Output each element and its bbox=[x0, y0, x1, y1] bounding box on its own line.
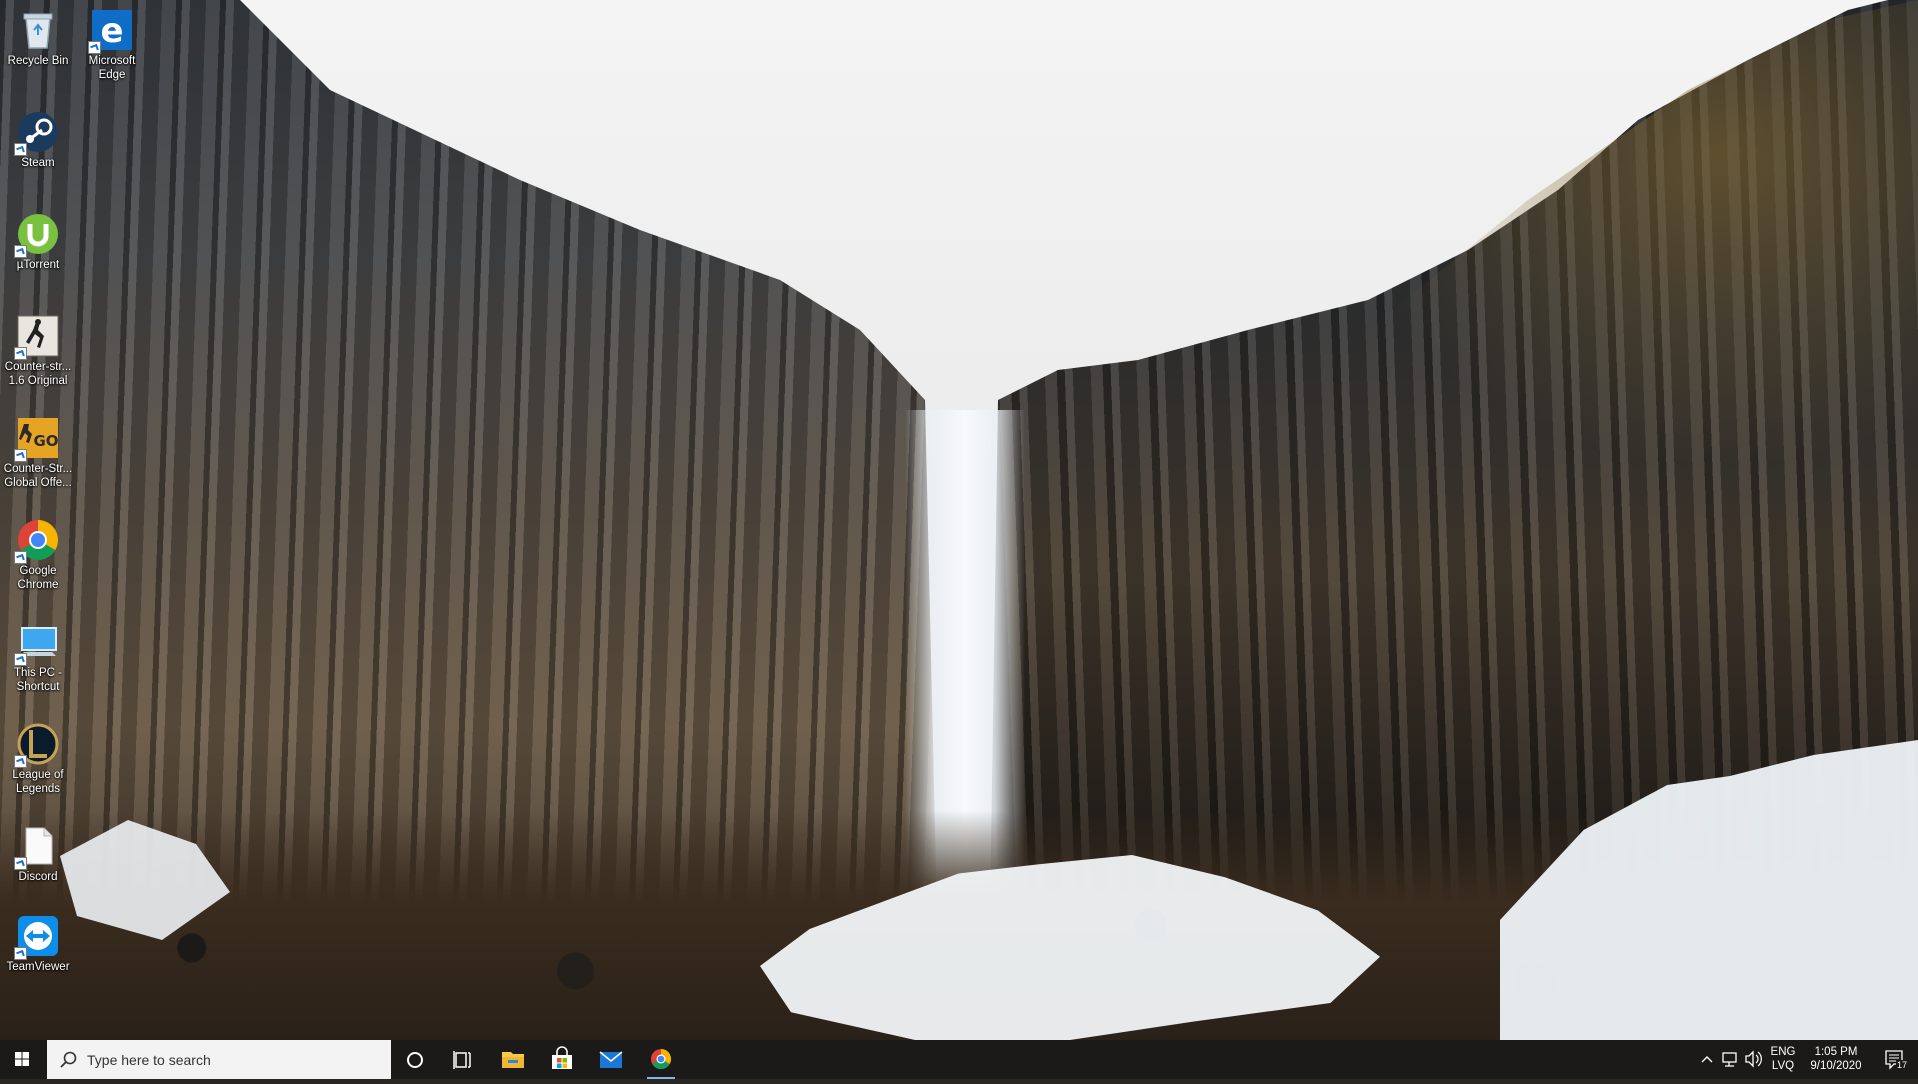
windows-logo-icon bbox=[15, 1052, 29, 1066]
clock-date: 9/10/2020 bbox=[1810, 1060, 1862, 1072]
chrome-icon bbox=[14, 518, 60, 564]
search-icon bbox=[60, 1051, 77, 1068]
notification-icon bbox=[1885, 1050, 1903, 1070]
shortcut-arrow-icon bbox=[14, 347, 27, 360]
shortcut-arrow-icon bbox=[14, 947, 27, 960]
this-pc-icon bbox=[14, 620, 60, 666]
file-icon bbox=[14, 824, 60, 870]
desktop-icon-label: Counter-str... 1.6 Original bbox=[4, 361, 72, 387]
action-center-button[interactable]: 17 bbox=[1876, 1040, 1914, 1079]
desktop-icon-this-pc[interactable]: This PC - Shortcut bbox=[0, 616, 76, 694]
clock-time: 1:05 PM bbox=[1814, 1046, 1858, 1058]
search-placeholder: Type here to search bbox=[87, 1052, 211, 1068]
shortcut-arrow-icon bbox=[14, 551, 27, 564]
league-of-legends-icon bbox=[14, 722, 60, 768]
language-code: ENG bbox=[1770, 1046, 1796, 1058]
task-view-icon bbox=[453, 1051, 471, 1069]
show-hidden-icons-button[interactable] bbox=[1696, 1040, 1718, 1079]
desktop-icon-label: Recycle Bin bbox=[7, 55, 69, 67]
desktop-icon-google-chrome[interactable]: Google Chrome bbox=[0, 514, 76, 592]
desktop-icon-teamviewer[interactable]: TeamViewer bbox=[0, 910, 76, 974]
shortcut-arrow-icon bbox=[88, 41, 101, 54]
input-language-button[interactable]: ENG LVQ bbox=[1768, 1040, 1798, 1084]
edge-icon: e bbox=[88, 8, 134, 54]
start-button[interactable] bbox=[0, 1040, 44, 1079]
notification-count-badge: 17 bbox=[1896, 1060, 1909, 1070]
mail-icon bbox=[599, 1051, 623, 1068]
volume-icon bbox=[1745, 1050, 1762, 1068]
desktop-icon-label: Counter-Str... Global Offe... bbox=[3, 463, 73, 489]
desktop-icon-utorrent[interactable]: µTorrent bbox=[0, 208, 76, 272]
desktop-icon-counter-strike[interactable]: Counter-str... 1.6 Original bbox=[0, 310, 76, 388]
shortcut-arrow-icon bbox=[14, 857, 27, 870]
shortcut-arrow-icon bbox=[14, 449, 27, 462]
keyboard-layout-code: LVQ bbox=[1771, 1060, 1795, 1072]
taskbar: Type here to search ENG LVQ 1:05 PM 9/10… bbox=[0, 1040, 1918, 1079]
file-explorer-button[interactable] bbox=[489, 1040, 537, 1079]
clock-button[interactable]: 1:05 PM 9/10/2020 bbox=[1800, 1040, 1872, 1084]
shortcut-arrow-icon bbox=[14, 245, 27, 258]
desktop-icon-steam[interactable]: Steam bbox=[0, 106, 76, 170]
desktop-wallpaper bbox=[0, 0, 1918, 1040]
wallpaper-moss bbox=[1268, 0, 1918, 520]
shortcut-arrow-icon bbox=[14, 653, 27, 666]
desktop-icon-label: Google Chrome bbox=[17, 565, 59, 591]
microsoft-store-icon bbox=[552, 1046, 572, 1069]
desktop-icon-microsoft-edge[interactable]: e Microsoft Edge bbox=[74, 4, 150, 82]
desktop-icon-label: Steam bbox=[21, 157, 55, 169]
desktop-icon-label: This PC - Shortcut bbox=[14, 667, 62, 693]
counter-strike-icon bbox=[14, 314, 60, 360]
chevron-up-icon bbox=[1701, 1056, 1713, 1063]
volume-button[interactable] bbox=[1742, 1040, 1764, 1079]
network-icon bbox=[1722, 1052, 1737, 1067]
desktop-icon-discord[interactable]: Discord bbox=[0, 820, 76, 884]
desktop-icon-league-of-legends[interactable]: League of Legends bbox=[0, 718, 76, 796]
desktop-icon-label: Microsoft Edge bbox=[88, 55, 136, 81]
teamviewer-icon bbox=[14, 914, 60, 960]
recycle-bin-icon bbox=[16, 8, 60, 52]
shortcut-arrow-icon bbox=[14, 755, 27, 768]
desktop-icon-label: League of Legends bbox=[12, 769, 64, 795]
desktop-icon-label: µTorrent bbox=[16, 259, 60, 271]
desktop-icon-recycle-bin[interactable]: Recycle Bin bbox=[0, 4, 76, 68]
svg-text:e: e bbox=[100, 11, 123, 51]
csgo-icon: GO bbox=[14, 416, 60, 462]
taskbar-search-box[interactable]: Type here to search bbox=[47, 1040, 391, 1079]
task-view-button[interactable] bbox=[439, 1040, 487, 1079]
mail-button[interactable] bbox=[587, 1040, 635, 1079]
chrome-icon bbox=[651, 1048, 672, 1070]
cortana-button[interactable] bbox=[391, 1040, 439, 1079]
desktop-icon-csgo[interactable]: GO Counter-Str... Global Offe... bbox=[0, 412, 76, 490]
desktop-icon-label: Discord bbox=[18, 871, 58, 883]
microsoft-store-button[interactable] bbox=[538, 1040, 586, 1079]
network-button[interactable] bbox=[1718, 1040, 1742, 1079]
steam-icon bbox=[14, 110, 60, 156]
utorrent-icon bbox=[14, 212, 60, 258]
shortcut-arrow-icon bbox=[14, 143, 27, 156]
chrome-taskbar-button[interactable] bbox=[637, 1040, 685, 1079]
desktop-icon-label: TeamViewer bbox=[6, 961, 70, 973]
cortana-icon bbox=[407, 1052, 423, 1068]
file-explorer-icon bbox=[502, 1052, 524, 1068]
svg-text:GO: GO bbox=[33, 432, 58, 450]
